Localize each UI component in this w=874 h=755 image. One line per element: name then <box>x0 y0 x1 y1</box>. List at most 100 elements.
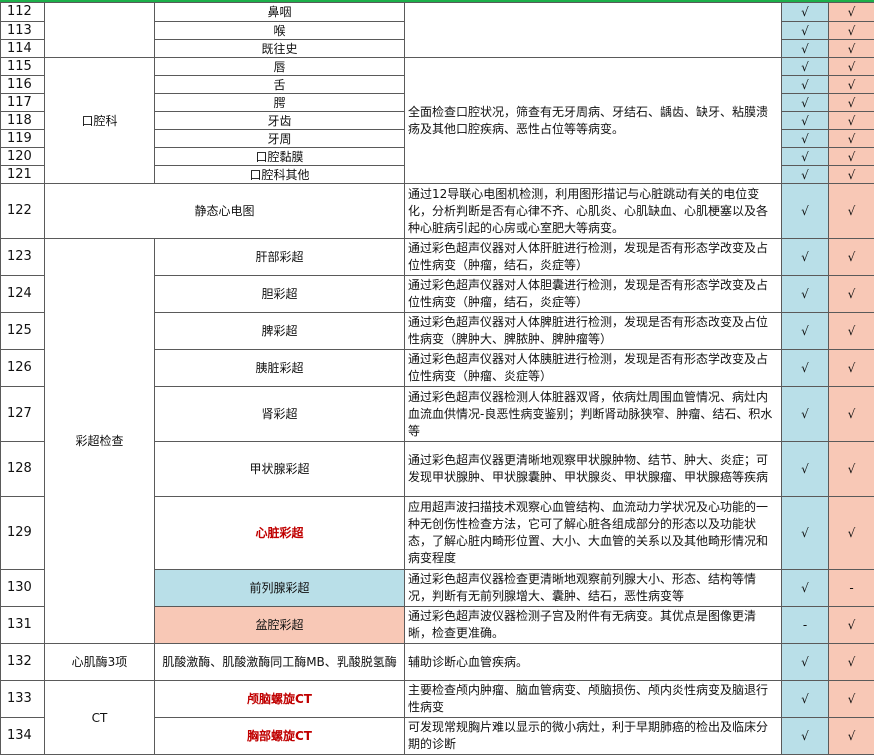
table-row: 123 彩超检查 肝部彩超 通过彩色超声仪器对人体肝脏进行检测，发现是否有形态学… <box>1 239 874 276</box>
row-number: 117 <box>1 94 45 112</box>
item-name-highlight: 颅脑螺旋CT <box>155 681 405 718</box>
female-check: √ <box>829 130 874 148</box>
male-check: - <box>782 607 829 644</box>
female-check: √ <box>829 58 874 76</box>
female-check: √ <box>829 148 874 166</box>
male-check: √ <box>782 239 829 276</box>
female-check: √ <box>829 350 874 387</box>
male-check: √ <box>782 130 829 148</box>
female-check: √ <box>829 184 874 239</box>
table-row: 115 口腔科 唇 全面检查口腔状况，筛查有无牙周病、牙结石、龋齿、缺牙、粘膜溃… <box>1 58 874 76</box>
row-number: 126 <box>1 350 45 387</box>
description-cell <box>405 3 782 58</box>
description-oral: 全面检查口腔状况，筛查有无牙周病、牙结石、龋齿、缺牙、粘膜溃疡及其他口腔疾病、恶… <box>405 58 782 184</box>
male-check: √ <box>782 313 829 350</box>
description: 通过彩色超声仪器对人体脾脏进行检测，发现是否有形态改变及占位性病变（脾肿大、脾脓… <box>405 313 782 350</box>
item-name-highlight: 心脏彩超 <box>155 497 405 570</box>
row-number: 125 <box>1 313 45 350</box>
item-name: 腭 <box>155 94 405 112</box>
male-check: √ <box>782 58 829 76</box>
description: 通过彩色超声波仪器检测子宫及附件有无病变。其优点是图像更清晰，检查更准确。 <box>405 607 782 644</box>
item-name: 喉 <box>155 22 405 40</box>
row-number: 112 <box>1 3 45 22</box>
description: 通过彩色超声仪器对人体肝脏进行检测，发现是否有形态学改变及占位性病变（肿瘤，结石… <box>405 239 782 276</box>
female-check: √ <box>829 718 874 755</box>
exam-items-table: 112 鼻咽 √ √ 113 喉 √ √ 114 既往史 √ √ 115 口腔科… <box>0 2 874 755</box>
item-name: 胆彩超 <box>155 276 405 313</box>
female-check: √ <box>829 22 874 40</box>
female-check: √ <box>829 112 874 130</box>
male-check: √ <box>782 681 829 718</box>
female-check: √ <box>829 166 874 184</box>
male-check: √ <box>782 148 829 166</box>
item-name: 牙周 <box>155 130 405 148</box>
description: 通过12导联心电图机检测，利用图形描记与心脏跳动有关的电位变化，分析判断是否有心… <box>405 184 782 239</box>
item-name: 脾彩超 <box>155 313 405 350</box>
row-number: 118 <box>1 112 45 130</box>
item-name-highlight: 胸部螺旋CT <box>155 718 405 755</box>
description: 通过彩色超声仪器对人体胰脏进行检测，发现是否有形态学改变及占位性病变（肿瘤、炎症… <box>405 350 782 387</box>
female-check: √ <box>829 644 874 681</box>
row-number: 113 <box>1 22 45 40</box>
male-check: √ <box>782 40 829 58</box>
item-name: 鼻咽 <box>155 3 405 22</box>
male-check: √ <box>782 644 829 681</box>
exam-table-sheet: 112 鼻咽 √ √ 113 喉 √ √ 114 既往史 √ √ 115 口腔科… <box>0 0 874 754</box>
male-check: √ <box>782 184 829 239</box>
female-check: √ <box>829 76 874 94</box>
female-check: √ <box>829 607 874 644</box>
item-name: 胰脏彩超 <box>155 350 405 387</box>
item-name: 肾彩超 <box>155 387 405 442</box>
row-number: 116 <box>1 76 45 94</box>
female-check: √ <box>829 40 874 58</box>
row-number: 127 <box>1 387 45 442</box>
female-check: √ <box>829 313 874 350</box>
row-number: 119 <box>1 130 45 148</box>
category-ultrasound: 彩超检查 <box>45 239 155 644</box>
row-number: 114 <box>1 40 45 58</box>
male-check: √ <box>782 442 829 497</box>
male-check: √ <box>782 387 829 442</box>
row-number: 129 <box>1 497 45 570</box>
male-check: √ <box>782 497 829 570</box>
item-name-female-only: 盆腔彩超 <box>155 607 405 644</box>
male-check: √ <box>782 112 829 130</box>
description: 通过彩色超声仪器更清晰地观察甲状腺肿物、结节、肿大、炎症；可发现甲状腺肿、甲状腺… <box>405 442 782 497</box>
table-row: 112 鼻咽 √ √ <box>1 3 874 22</box>
table-row: 132 心肌酶3项 肌酸激酶、肌酸激酶同工酶MB、乳酸脱氢酶 辅助诊断心血管疾病… <box>1 644 874 681</box>
female-check: √ <box>829 442 874 497</box>
category-cell <box>45 3 155 58</box>
category-enzyme: 心肌酶3项 <box>45 644 155 681</box>
item-name: 唇 <box>155 58 405 76</box>
male-check: √ <box>782 166 829 184</box>
row-number: 124 <box>1 276 45 313</box>
description: 通过彩色超声仪器检测人体脏器双肾，依病灶周围血管情况、病灶内血流血供情况-良恶性… <box>405 387 782 442</box>
female-check: √ <box>829 3 874 22</box>
male-check: √ <box>782 76 829 94</box>
description: 可发现常规胸片难以显示的微小病灶，利于早期肺癌的检出及临床分期的诊断 <box>405 718 782 755</box>
item-name-ecg: 静态心电图 <box>45 184 405 239</box>
item-name: 肌酸激酶、肌酸激酶同工酶MB、乳酸脱氢酶 <box>155 644 405 681</box>
male-check: √ <box>782 22 829 40</box>
row-number: 134 <box>1 718 45 755</box>
item-name: 甲状腺彩超 <box>155 442 405 497</box>
description: 通过彩色超声仪器对人体胆囊进行检测，发现是否有形态学改变及占位性病变（肿瘤，结石… <box>405 276 782 313</box>
female-check: √ <box>829 497 874 570</box>
female-check: √ <box>829 387 874 442</box>
table-row: 122 静态心电图 通过12导联心电图机检测，利用图形描记与心脏跳动有关的电位变… <box>1 184 874 239</box>
row-number: 120 <box>1 148 45 166</box>
item-name: 口腔黏膜 <box>155 148 405 166</box>
row-number: 122 <box>1 184 45 239</box>
male-check: √ <box>782 3 829 22</box>
row-number: 121 <box>1 166 45 184</box>
item-name-male-only: 前列腺彩超 <box>155 570 405 607</box>
description: 主要检查颅内肿瘤、脑血管病变、颅脑损伤、颅内炎性病变及脑退行性病变 <box>405 681 782 718</box>
item-name: 既往史 <box>155 40 405 58</box>
row-number: 130 <box>1 570 45 607</box>
female-check: - <box>829 570 874 607</box>
female-check: √ <box>829 276 874 313</box>
row-number: 115 <box>1 58 45 76</box>
category-ct: CT <box>45 681 155 755</box>
row-number: 131 <box>1 607 45 644</box>
item-name: 舌 <box>155 76 405 94</box>
